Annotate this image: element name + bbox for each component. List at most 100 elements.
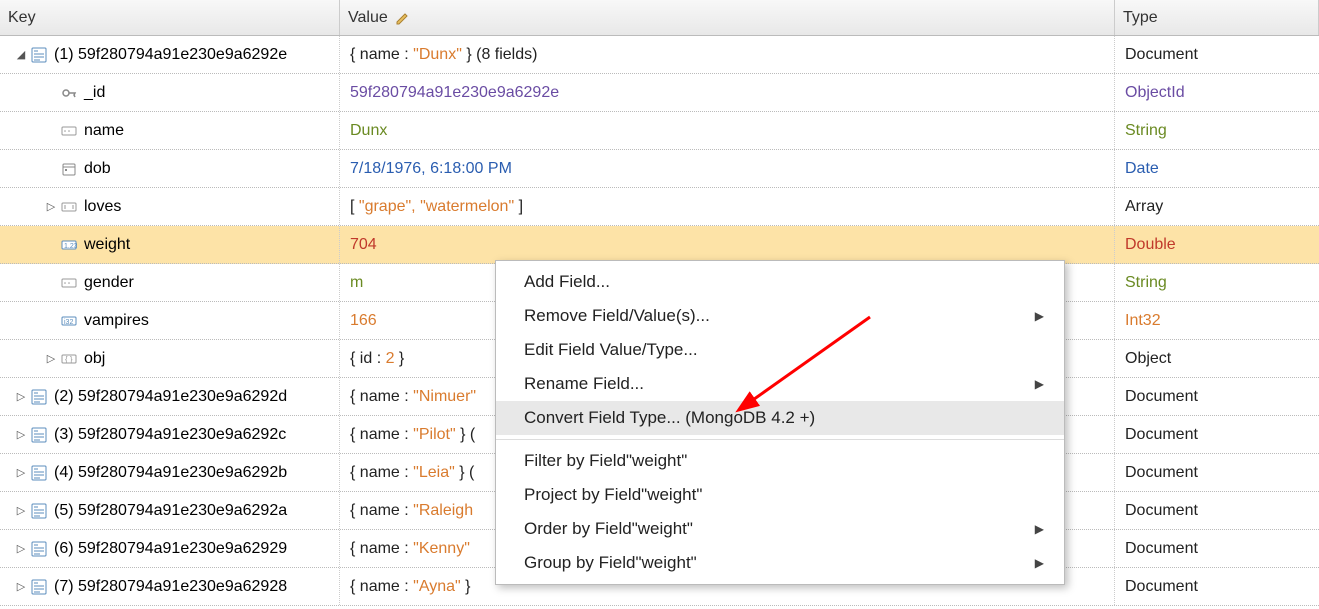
cell-type: Document [1115, 388, 1319, 406]
cell-type: Document [1115, 46, 1319, 64]
key-text: (7) 59f280794a91e230e9a62928 [54, 578, 287, 596]
expander-placeholder [44, 124, 58, 138]
doc-icon [30, 465, 48, 481]
type-text: String [1125, 122, 1167, 140]
cell-key[interactable]: gender [0, 264, 340, 301]
menu-item-label: Order by Field"weight" [524, 519, 693, 539]
menu-item[interactable]: Filter by Field"weight" [496, 444, 1064, 478]
key-text: dob [84, 160, 111, 178]
cell-key[interactable]: vampires [0, 302, 340, 339]
chevron-right-icon[interactable]: ▷ [14, 466, 28, 480]
doc-icon [30, 503, 48, 519]
menu-item-label: Edit Field Value/Type... [524, 340, 698, 360]
value-text: { name : "Raleigh [350, 502, 473, 520]
menu-item[interactable]: Edit Field Value/Type... [496, 333, 1064, 367]
doc-icon [30, 579, 48, 595]
cell-key[interactable]: ▷ obj [0, 340, 340, 377]
table-row[interactable]: dob7/18/1976, 6:18:00 PMDate [0, 150, 1319, 188]
type-text: ObjectId [1125, 84, 1185, 102]
type-text: Int32 [1125, 312, 1161, 330]
cell-key[interactable]: _id [0, 74, 340, 111]
key-text: name [84, 122, 124, 140]
cell-value[interactable]: 7/18/1976, 6:18:00 PM [340, 150, 1115, 187]
key-text: loves [84, 198, 121, 216]
submenu-arrow-icon: ▶ [1035, 522, 1044, 536]
type-text: String [1125, 274, 1167, 292]
menu-item-label: Rename Field... [524, 374, 644, 394]
menu-item-label: Group by Field"weight" [524, 553, 697, 573]
chevron-right-icon[interactable]: ▷ [14, 542, 28, 556]
cell-value[interactable]: Dunx [340, 112, 1115, 149]
header-value[interactable]: Value [340, 0, 1115, 35]
header-type-label: Type [1123, 9, 1158, 27]
cell-key[interactable]: dob [0, 150, 340, 187]
cell-key[interactable]: ▷ (3) 59f280794a91e230e9a6292c [0, 416, 340, 453]
cell-key[interactable]: name [0, 112, 340, 149]
menu-item-label: Add Field... [524, 272, 610, 292]
cell-key[interactable]: ▷ loves [0, 188, 340, 225]
cell-key[interactable]: ▷(2) 59f280794a91e230e9a6292d [0, 378, 340, 415]
cell-key[interactable]: ▷(5) 59f280794a91e230e9a6292a [0, 492, 340, 529]
cell-key[interactable]: ▷ (7) 59f280794a91e230e9a62928 [0, 568, 340, 605]
menu-item[interactable]: Project by Field"weight" [496, 478, 1064, 512]
cell-type: String [1115, 122, 1319, 140]
cell-key[interactable]: ◢ (1) 59f280794a91e230e9a6292e [0, 36, 340, 73]
chevron-down-icon[interactable]: ◢ [14, 48, 28, 62]
submenu-arrow-icon: ▶ [1035, 309, 1044, 323]
menu-item-label: Remove Field/Value(s)... [524, 306, 710, 326]
value-text: 7/18/1976, 6:18:00 PM [350, 160, 512, 178]
cell-key[interactable]: ▷(4) 59f280794a91e230e9a6292b [0, 454, 340, 491]
menu-item[interactable]: Order by Field"weight" ▶ [496, 512, 1064, 546]
doc-icon [30, 389, 48, 405]
table-row[interactable]: _id 59f280794a91e230e9a6292e ObjectId [0, 74, 1319, 112]
value-text: 59f280794a91e230e9a6292e [350, 84, 559, 102]
header-key[interactable]: Key [0, 0, 340, 35]
header-type[interactable]: Type [1115, 0, 1319, 35]
menu-item[interactable]: Remove Field/Value(s)... ▶ [496, 299, 1064, 333]
key-text: (3) 59f280794a91e230e9a6292c [54, 426, 286, 444]
chevron-right-icon[interactable]: ▷ [14, 390, 28, 404]
menu-item-label: Project by Field"weight" [524, 485, 702, 505]
menu-item[interactable]: Group by Field"weight"▶ [496, 546, 1064, 580]
cell-value[interactable]: 59f280794a91e230e9a6292e [340, 74, 1115, 111]
type-text: Document [1125, 464, 1198, 482]
menu-item-label: Filter by Field"weight" [524, 451, 687, 471]
menu-item[interactable]: Convert Field Type... (MongoDB 4.2 +) [496, 401, 1064, 435]
cell-type: Document [1115, 502, 1319, 520]
header-row: Key Value Type [0, 0, 1319, 36]
edit-icon [394, 10, 412, 26]
chevron-right-icon[interactable]: ▷ [14, 504, 28, 518]
key-icon [60, 85, 78, 101]
chevron-right-icon[interactable]: ▷ [44, 352, 58, 366]
cell-key[interactable]: weight [0, 226, 340, 263]
chevron-right-icon[interactable]: ▷ [14, 428, 28, 442]
chevron-right-icon[interactable]: ▷ [14, 580, 28, 594]
menu-item[interactable]: Add Field... [496, 265, 1064, 299]
table-row[interactable]: ◢ (1) 59f280794a91e230e9a6292e { name : "D… [0, 36, 1319, 74]
int-icon [60, 313, 78, 329]
header-value-label: Value [348, 9, 388, 27]
menu-item-label: Convert Field Type... (MongoDB 4.2 +) [524, 408, 815, 428]
type-text: Document [1125, 578, 1198, 596]
doc-icon [30, 427, 48, 443]
menu-item[interactable]: Rename Field...▶ [496, 367, 1064, 401]
table-row[interactable]: weight704 Double [0, 226, 1319, 264]
table-row[interactable]: name Dunx String [0, 112, 1319, 150]
str-icon [60, 275, 78, 291]
cell-value[interactable]: [ "grape", "watermelon" ] [340, 188, 1115, 225]
value-text: 166 [350, 312, 377, 330]
menu-separator [496, 439, 1064, 440]
type-text: Document [1125, 388, 1198, 406]
key-text: (1) 59f280794a91e230e9a6292e [54, 46, 287, 64]
value-text: { name : "Nimuer" [350, 388, 476, 406]
key-text: _id [84, 84, 105, 102]
cell-key[interactable]: ▷(6) 59f280794a91e230e9a62929 [0, 530, 340, 567]
table-row[interactable]: ▷loves[ "grape", "watermelon" ]Array [0, 188, 1319, 226]
chevron-right-icon[interactable]: ▷ [44, 200, 58, 214]
type-text: Double [1125, 236, 1176, 254]
cell-value[interactable]: 704 [340, 226, 1115, 263]
value-text: Dunx [350, 122, 387, 140]
cell-value[interactable]: { name : "Dunx" } (8 fields) [340, 36, 1115, 73]
expander-placeholder [44, 276, 58, 290]
key-text: obj [84, 350, 105, 368]
